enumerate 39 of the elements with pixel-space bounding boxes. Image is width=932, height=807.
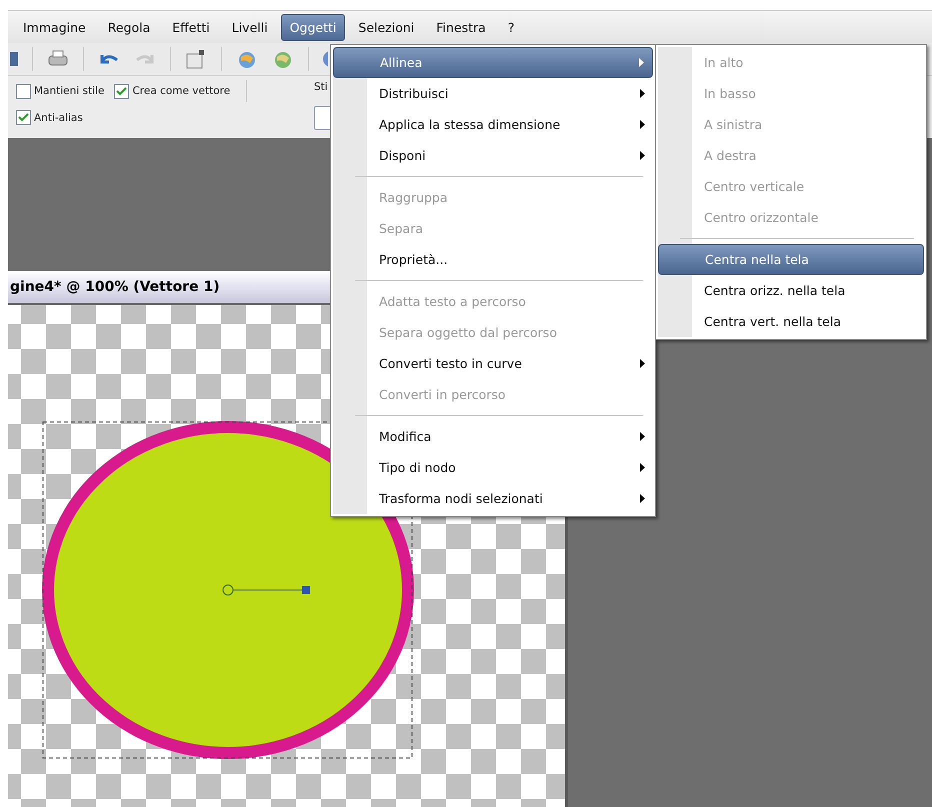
checkbox[interactable] xyxy=(16,110,31,125)
menu-bar-item[interactable]: ? xyxy=(498,14,524,40)
submenu-arrow-icon xyxy=(639,58,644,67)
globe-icon[interactable] xyxy=(236,49,258,69)
printer-icon[interactable] xyxy=(47,50,69,68)
menu-bar-item[interactable]: Oggetti xyxy=(280,14,346,40)
submenu-arrow-icon xyxy=(640,120,645,129)
window-icon[interactable] xyxy=(185,49,207,69)
submenu-arrow-icon xyxy=(640,463,645,472)
checkbox-label: Anti-alias xyxy=(34,112,83,124)
checkbox[interactable] xyxy=(16,84,31,98)
submenu-arrow-icon xyxy=(640,494,645,503)
checkbox-label: Mantieni stile xyxy=(34,85,104,97)
menu-item[interactable]: Distribuisci xyxy=(333,78,653,109)
menu-item[interactable]: Allinea xyxy=(333,47,653,78)
checkbox[interactable] xyxy=(114,84,130,98)
globe-icon[interactable] xyxy=(272,49,294,69)
style-label: Sti xyxy=(314,81,328,93)
menu-item[interactable]: Converti testo in curve xyxy=(333,348,653,379)
menu-bar-item[interactable]: Finestra xyxy=(427,14,495,40)
menu-item[interactable]: Trasforma nodi selezionati xyxy=(333,483,653,514)
submenu-arrow-icon xyxy=(640,151,645,160)
menu-bar-item[interactable]: Livelli xyxy=(222,14,277,40)
checkbox-label: Crea come vettore xyxy=(132,85,230,97)
submenu-arrow-icon xyxy=(640,359,645,368)
menu-bar-item[interactable]: Effetti xyxy=(163,14,219,40)
menu-bar-item[interactable]: Selezioni xyxy=(349,14,424,40)
menu-item[interactable]: Modifica xyxy=(333,421,653,452)
menu-item[interactable]: Tipo di nodo xyxy=(333,452,653,483)
menu-item[interactable]: Applica la stessa dimensione xyxy=(333,109,653,140)
menu-bar-item[interactable]: Regola xyxy=(98,14,160,40)
menu-item[interactable]: Centra vert. nella tela xyxy=(658,306,924,337)
menu-bar-item[interactable]: Immagine xyxy=(14,14,95,40)
rotation-handle[interactable] xyxy=(222,584,310,596)
menu-item[interactable]: Centra orizz. nella tela xyxy=(658,275,924,306)
submenu-arrow-icon xyxy=(640,89,645,98)
menu-item[interactable]: Disponi xyxy=(333,140,653,171)
menu-item[interactable]: Centra nella tela xyxy=(658,244,924,275)
submenu-arrow-icon xyxy=(640,432,645,441)
